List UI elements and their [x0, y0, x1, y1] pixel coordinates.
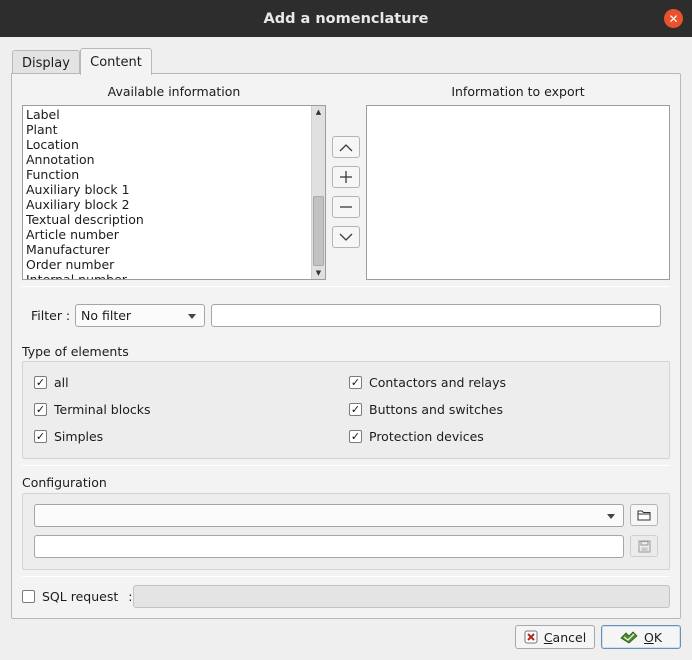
checkbox-terminal-blocks[interactable]: ✓ Terminal blocks [34, 401, 150, 417]
available-info-list[interactable]: Label Plant Location Annotation Function Auxi… [22, 105, 326, 280]
available-info-items: Label Plant Location Annotation Function Auxi… [23, 106, 311, 279]
checkbox-label: Simples [54, 428, 104, 444]
cancel-label-rest: ancel [552, 629, 587, 645]
checkbox-box [22, 589, 35, 603]
check-icon: ✓ [349, 375, 362, 389]
separator [22, 576, 670, 577]
list-item[interactable]: Plant [23, 122, 311, 137]
list-item[interactable]: Location [23, 137, 311, 152]
list-item[interactable]: Textual description [23, 212, 311, 227]
chevron-up-icon [339, 143, 353, 151]
checkbox-simples[interactable]: ✓ Simples [34, 428, 103, 444]
check-icon: ✓ [34, 375, 47, 389]
tab-display[interactable]: Display [12, 50, 80, 75]
checkbox-label: Terminal blocks [54, 401, 151, 417]
list-item[interactable]: Order number [23, 257, 311, 272]
cancel-mnemonic: C [543, 629, 553, 645]
scroll-down-arrow-icon[interactable]: ▼ [312, 267, 325, 279]
configuration-combo[interactable] [34, 504, 624, 527]
ok-button[interactable]: OK [601, 625, 681, 649]
filter-combo[interactable]: No filter [75, 304, 205, 327]
move-down-button[interactable] [332, 226, 360, 248]
sql-request-label: SQL request [42, 588, 119, 604]
check-icon: ✓ [34, 429, 47, 443]
cancel-button[interactable]: Cancel [515, 625, 595, 649]
check-icon: ✓ [349, 429, 362, 443]
checkbox-protection-devices[interactable]: ✓ Protection devices [349, 428, 484, 444]
export-info-title: Information to export [451, 84, 585, 99]
close-button[interactable]: ✕ [664, 9, 683, 28]
configuration-title: Configuration [22, 475, 107, 490]
remove-button[interactable] [332, 196, 360, 218]
ok-mnemonic: O [643, 629, 654, 645]
tab-label: Content [90, 54, 142, 70]
open-config-button[interactable] [630, 504, 658, 526]
list-item[interactable]: Auxiliary block 2 [23, 197, 311, 212]
list-item[interactable]: Annotation [23, 152, 311, 167]
check-icon: ✓ [349, 402, 362, 416]
list-item[interactable]: Manufacturer [23, 242, 311, 257]
scroll-up-arrow-icon[interactable]: ▲ [312, 106, 325, 118]
chevron-down-icon [339, 233, 353, 241]
export-info-list[interactable] [366, 105, 670, 280]
tab-label: Display [22, 55, 70, 71]
cancel-icon [524, 630, 538, 644]
move-up-button[interactable] [332, 136, 360, 158]
list-item[interactable]: Article number [23, 227, 311, 242]
checkbox-buttons-switches[interactable]: ✓ Buttons and switches [349, 401, 503, 417]
filter-input[interactable] [211, 304, 661, 327]
available-info-scrollbar[interactable]: ▲ ▼ [311, 106, 325, 279]
ok-icon [620, 631, 638, 644]
types-title: Type of elements [22, 344, 129, 359]
list-item[interactable]: Internal number [23, 272, 311, 279]
folder-icon [637, 510, 651, 521]
dropdown-arrow-icon [607, 513, 615, 519]
filter-selected: No filter [81, 308, 132, 323]
ok-label-rest: K [653, 629, 663, 645]
window-title: Add a nomenclature [263, 10, 429, 27]
sql-request-checkbox[interactable]: SQL request : [22, 588, 132, 604]
separator [22, 465, 670, 466]
scroll-thumb[interactable] [313, 196, 324, 266]
separator [22, 286, 670, 287]
list-item[interactable]: Auxiliary block 1 [23, 182, 311, 197]
minus-icon [340, 206, 352, 208]
title-bar: Add a nomenclature [0, 0, 692, 37]
available-info-title: Available information [107, 84, 241, 99]
filter-label: Filter : [31, 308, 71, 323]
checkbox-label: Buttons and switches [369, 401, 503, 417]
close-icon: ✕ [668, 11, 679, 26]
sql-request-input[interactable] [133, 585, 670, 608]
save-config-button[interactable] [630, 535, 658, 557]
checkbox-contactors-relays[interactable]: ✓ Contactors and relays [349, 374, 506, 390]
plus-icon [340, 171, 352, 183]
checkbox-label: all [54, 374, 69, 390]
configuration-name-input[interactable] [34, 535, 624, 558]
add-button[interactable] [332, 166, 360, 188]
list-item[interactable]: Label [23, 107, 311, 122]
check-icon: ✓ [34, 402, 47, 416]
list-item[interactable]: Function [23, 167, 311, 182]
checkbox-all[interactable]: ✓ all [34, 374, 69, 390]
tab-content[interactable]: Content [80, 48, 152, 75]
save-icon [638, 540, 650, 552]
sql-request-colon: : [128, 588, 133, 604]
checkbox-label: Contactors and relays [369, 374, 506, 390]
checkbox-label: Protection devices [369, 428, 484, 444]
dropdown-arrow-icon [188, 313, 196, 319]
